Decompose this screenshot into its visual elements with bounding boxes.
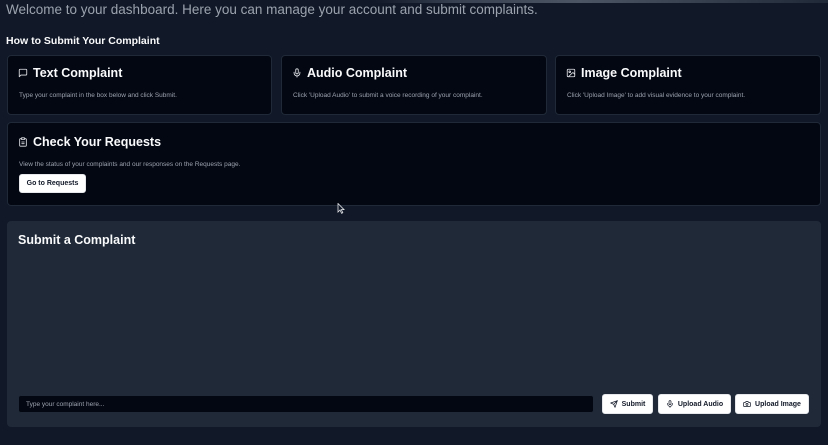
check-requests-title: Check Your Requests: [33, 135, 162, 149]
image-complaint-description: Click 'Upload Image' to add visual evide…: [567, 92, 746, 99]
message-square-icon: [18, 68, 28, 78]
text-complaint-title: Text Complaint: [33, 66, 123, 80]
welcome-message: Welcome to your dashboard. Here you can …: [6, 2, 538, 17]
camera-icon: [743, 400, 751, 408]
how-to-title: How to Submit Your Complaint: [6, 35, 160, 47]
upload-image-label: Upload Image: [755, 400, 801, 408]
image-complaint-card: Image Complaint Click 'Upload Image' to …: [555, 55, 821, 115]
go-to-requests-button[interactable]: Go to Requests: [19, 174, 86, 193]
microphone-icon: [667, 400, 673, 408]
image-icon: [566, 68, 576, 78]
audio-complaint-title: Audio Complaint: [307, 66, 407, 80]
check-requests-card: Check Your Requests View the status of y…: [7, 122, 821, 206]
complaint-text-input[interactable]: [18, 395, 594, 413]
submit-button[interactable]: Submit: [602, 394, 653, 414]
microphone-icon: [292, 68, 302, 78]
text-complaint-card: Text Complaint Type your complaint in th…: [7, 55, 272, 115]
submit-complaint-title: Submit a Complaint: [18, 233, 136, 247]
mouse-cursor-icon: [337, 203, 345, 214]
upload-audio-label: Upload Audio: [677, 400, 724, 408]
submit-label: Submit: [621, 400, 646, 408]
text-complaint-description: Type your complaint in the box below and…: [19, 92, 177, 99]
image-complaint-title: Image Complaint: [581, 66, 682, 80]
clipboard-icon: [18, 137, 28, 147]
submit-complaint-panel: Submit a Complaint Submit Upload Audio U…: [7, 221, 821, 427]
upload-image-button[interactable]: Upload Image: [735, 394, 809, 414]
check-requests-description: View the status of your complaints and o…: [19, 161, 241, 168]
audio-complaint-card: Audio Complaint Click 'Upload Audio' to …: [281, 55, 547, 115]
audio-complaint-description: Click 'Upload Audio' to submit a voice r…: [293, 92, 483, 99]
send-icon: [609, 400, 618, 408]
upload-audio-button[interactable]: Upload Audio: [658, 394, 731, 414]
